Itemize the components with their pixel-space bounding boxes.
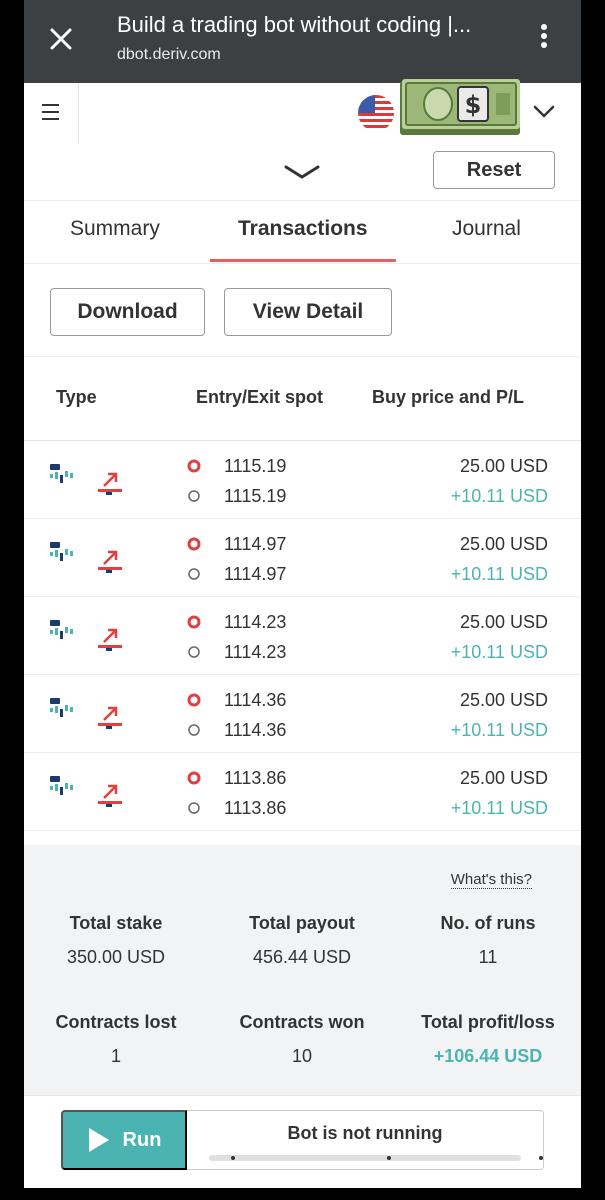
rise-arrow-icon: [98, 706, 122, 729]
rise-arrow-icon: [98, 628, 122, 651]
contracts-lost-label: Contracts lost: [55, 1012, 177, 1032]
table-header: Type Entry/Exit spot Buy price and P/L: [24, 357, 581, 441]
play-icon: [88, 1128, 109, 1152]
exit-spot: 1114.36: [224, 720, 287, 740]
tab-bar: Summary Transactions Journal: [24, 200, 581, 264]
table-row[interactable]: 1115.19 1115.19 25.00 USD +10.11 USD: [24, 441, 581, 519]
tab-journal[interactable]: Journal: [452, 217, 521, 241]
action-row: Download View Detail: [24, 262, 581, 357]
buy-price: 25.00 USD: [459, 690, 548, 710]
asset-icon: [50, 620, 73, 639]
run-button[interactable]: Run: [61, 1110, 187, 1170]
summary-panel: What's this? Total stake 350.00 USD Tota…: [24, 845, 581, 1095]
entry-marker-icon: [187, 615, 201, 629]
total-profit-label: Total profit/loss: [421, 1012, 555, 1032]
run-button-label: Run: [122, 1128, 162, 1151]
total-profit-value: +106.44 USD: [433, 1046, 543, 1066]
entry-marker-icon: [187, 771, 201, 785]
profit-loss: +10.11 USD: [450, 486, 548, 506]
entry-spot: 1113.86: [224, 768, 287, 788]
us-flag-icon[interactable]: [358, 95, 394, 131]
tab-summary[interactable]: Summary: [70, 217, 160, 241]
progress-dot: [539, 1156, 543, 1160]
asset-icon: [50, 698, 73, 717]
table-row[interactable]: 1114.36 1114.36 25.00 USD +10.11 USD: [24, 675, 581, 753]
buy-price: 25.00 USD: [459, 612, 548, 632]
table-row[interactable]: 1114.23 1114.23 25.00 USD +10.11 USD: [24, 597, 581, 675]
entry-spot: 1115.19: [224, 456, 287, 476]
chevron-down-icon[interactable]: [532, 101, 556, 121]
toolbar: Reset: [24, 143, 581, 200]
bot-status: Bot is not running: [187, 1110, 544, 1170]
money-icon: $: [400, 79, 520, 135]
profit-loss: +10.11 USD: [450, 564, 548, 584]
progress-dot: [387, 1156, 391, 1160]
whats-this-link[interactable]: What's this?: [450, 871, 532, 889]
profit-loss: +10.11 USD: [450, 642, 548, 662]
exit-marker-icon: [188, 646, 200, 658]
entry-marker-icon: [187, 537, 201, 551]
progress-track: [209, 1155, 521, 1161]
browser-url: dbot.deriv.com: [117, 46, 221, 63]
progress-dot: [231, 1156, 235, 1160]
exit-marker-icon: [188, 802, 200, 814]
total-stake-value: 350.00 USD: [66, 947, 166, 967]
profit-loss: +10.11 USD: [450, 798, 548, 818]
svg-text:$: $: [465, 91, 482, 119]
asset-icon: [50, 542, 73, 561]
browser-bar: Build a trading bot without coding |... …: [24, 0, 581, 83]
app-frame: Build a trading bot without coding |... …: [24, 0, 581, 1188]
exit-marker-icon: [188, 490, 200, 502]
rise-arrow-icon: [98, 472, 122, 495]
exit-spot: 1114.97: [224, 564, 287, 584]
table-row[interactable]: 1113.86 1113.86 25.00 USD +10.11 USD: [24, 753, 581, 831]
reset-button[interactable]: Reset: [433, 151, 555, 189]
runs-value: 11: [478, 947, 498, 967]
exit-spot: 1113.86: [224, 798, 287, 818]
bot-status-text: Bot is not running: [287, 1123, 443, 1143]
contracts-lost-value: 1: [110, 1046, 121, 1066]
buy-price: 25.00 USD: [459, 768, 548, 788]
total-stake-label: Total stake: [69, 913, 163, 933]
column-header-type: Type: [56, 387, 97, 407]
entry-spot: 1114.23: [224, 612, 287, 632]
browser-title: Build a trading bot without coding |...: [117, 12, 472, 37]
exit-marker-icon: [188, 568, 200, 580]
close-icon[interactable]: [46, 24, 76, 54]
profit-loss: +10.11 USD: [450, 720, 548, 740]
column-header-price: Buy price and P/L: [372, 387, 525, 407]
exit-marker-icon: [188, 724, 200, 736]
total-payout-value: 456.44 USD: [252, 947, 352, 967]
exit-spot: 1114.23: [224, 642, 287, 662]
buy-price: 25.00 USD: [459, 456, 548, 476]
exit-spot: 1115.19: [224, 486, 287, 506]
hamburger-icon[interactable]: [24, 83, 79, 143]
collapse-chevron-icon[interactable]: [282, 161, 322, 183]
asset-icon: [50, 776, 73, 795]
column-header-spot: Entry/Exit spot: [196, 387, 324, 407]
rise-arrow-icon: [98, 784, 122, 807]
kebab-menu-icon[interactable]: [534, 24, 554, 54]
contracts-won-label: Contracts won: [239, 1012, 365, 1032]
entry-spot: 1114.36: [224, 690, 287, 710]
contracts-won-value: 10: [291, 1046, 313, 1066]
view-detail-button[interactable]: View Detail: [224, 288, 392, 336]
entry-marker-icon: [187, 459, 201, 473]
entry-spot: 1114.97: [224, 534, 287, 554]
rise-arrow-icon: [98, 550, 122, 573]
tab-transactions[interactable]: Transactions: [238, 217, 368, 241]
run-bar: Run Bot is not running: [24, 1095, 581, 1188]
runs-label: No. of runs: [440, 913, 536, 933]
total-payout-label: Total payout: [249, 913, 355, 933]
download-button[interactable]: Download: [50, 288, 205, 336]
app-header: $: [24, 79, 581, 144]
table-row[interactable]: 1114.97 1114.97 25.00 USD +10.11 USD: [24, 519, 581, 597]
asset-icon: [50, 464, 73, 483]
entry-marker-icon: [187, 693, 201, 707]
buy-price: 25.00 USD: [459, 534, 548, 554]
